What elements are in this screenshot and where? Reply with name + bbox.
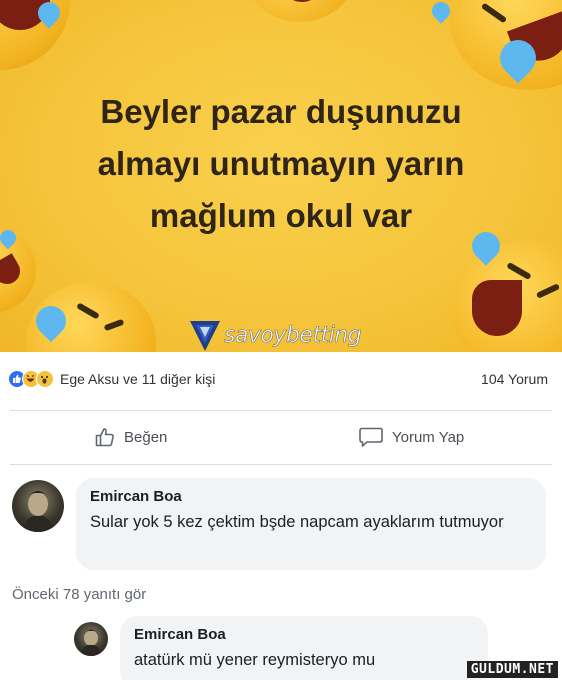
divider xyxy=(10,464,552,465)
reactions-summary[interactable]: Ege Aksu ve 11 diğer kişi 104 Yorum xyxy=(8,366,548,392)
comment-bubble: Emircan Boa atatürk mü yener reymisteryo… xyxy=(120,616,488,680)
thumbs-up-icon xyxy=(95,428,114,447)
meme-caption-line: mağlum okul var xyxy=(149,197,413,234)
comment-author[interactable]: Emircan Boa xyxy=(90,488,532,505)
comment-bubble: Emircan Boa Sular yok 5 kez çektim bşde … xyxy=(76,478,546,570)
post-actions: Beğen Yorum Yap xyxy=(0,416,562,460)
laughing-emoji-top-center xyxy=(240,0,360,22)
meme-caption-line: almayı unutmayın yarın xyxy=(97,145,465,182)
comment-text: atatürk mü yener reymisteryo mu xyxy=(134,651,376,669)
like-button[interactable]: Beğen xyxy=(94,426,167,448)
meme-caption-line: Beyler pazar duşunuzu xyxy=(100,93,462,130)
laughing-emoji-bottom-right xyxy=(452,240,562,352)
savoy-logo-icon xyxy=(190,321,220,351)
savoybetting-watermark: savoybetting xyxy=(188,314,362,352)
meme-image: Beyler pazar duşunuzu almayı unutmayın y… xyxy=(0,0,562,352)
meme-caption: Beyler pazar duşunuzu almayı unutmayın y… xyxy=(40,86,522,242)
comment-text: Sular yok 5 kez çektim bşde napcam ayakl… xyxy=(90,513,504,531)
site-watermark: GULDUM.NET xyxy=(466,661,558,678)
watermark-text: savoybetting xyxy=(224,322,362,348)
comment-icon xyxy=(359,427,383,447)
view-previous-replies[interactable]: Önceki 78 yanıtı gör xyxy=(12,586,146,603)
comment-label: Yorum Yap xyxy=(392,428,465,446)
avatar[interactable] xyxy=(12,480,64,532)
comment-count[interactable]: 104 Yorum xyxy=(481,371,548,387)
like-label: Beğen xyxy=(124,428,168,446)
facebook-post: Ege Aksu ve 11 diğer kişi 104 Yorum Beğe… xyxy=(0,352,562,680)
reply: Emircan Boa atatürk mü yener reymisteryo… xyxy=(74,616,488,680)
wow-icon xyxy=(36,370,54,388)
divider xyxy=(10,410,552,411)
comment-button[interactable]: Yorum Yap xyxy=(358,426,464,448)
comment-author[interactable]: Emircan Boa xyxy=(134,626,474,643)
likers-text[interactable]: Ege Aksu ve 11 diğer kişi xyxy=(60,371,215,387)
avatar[interactable] xyxy=(74,622,108,656)
comment: Emircan Boa Sular yok 5 kez çektim bşde … xyxy=(12,478,546,570)
